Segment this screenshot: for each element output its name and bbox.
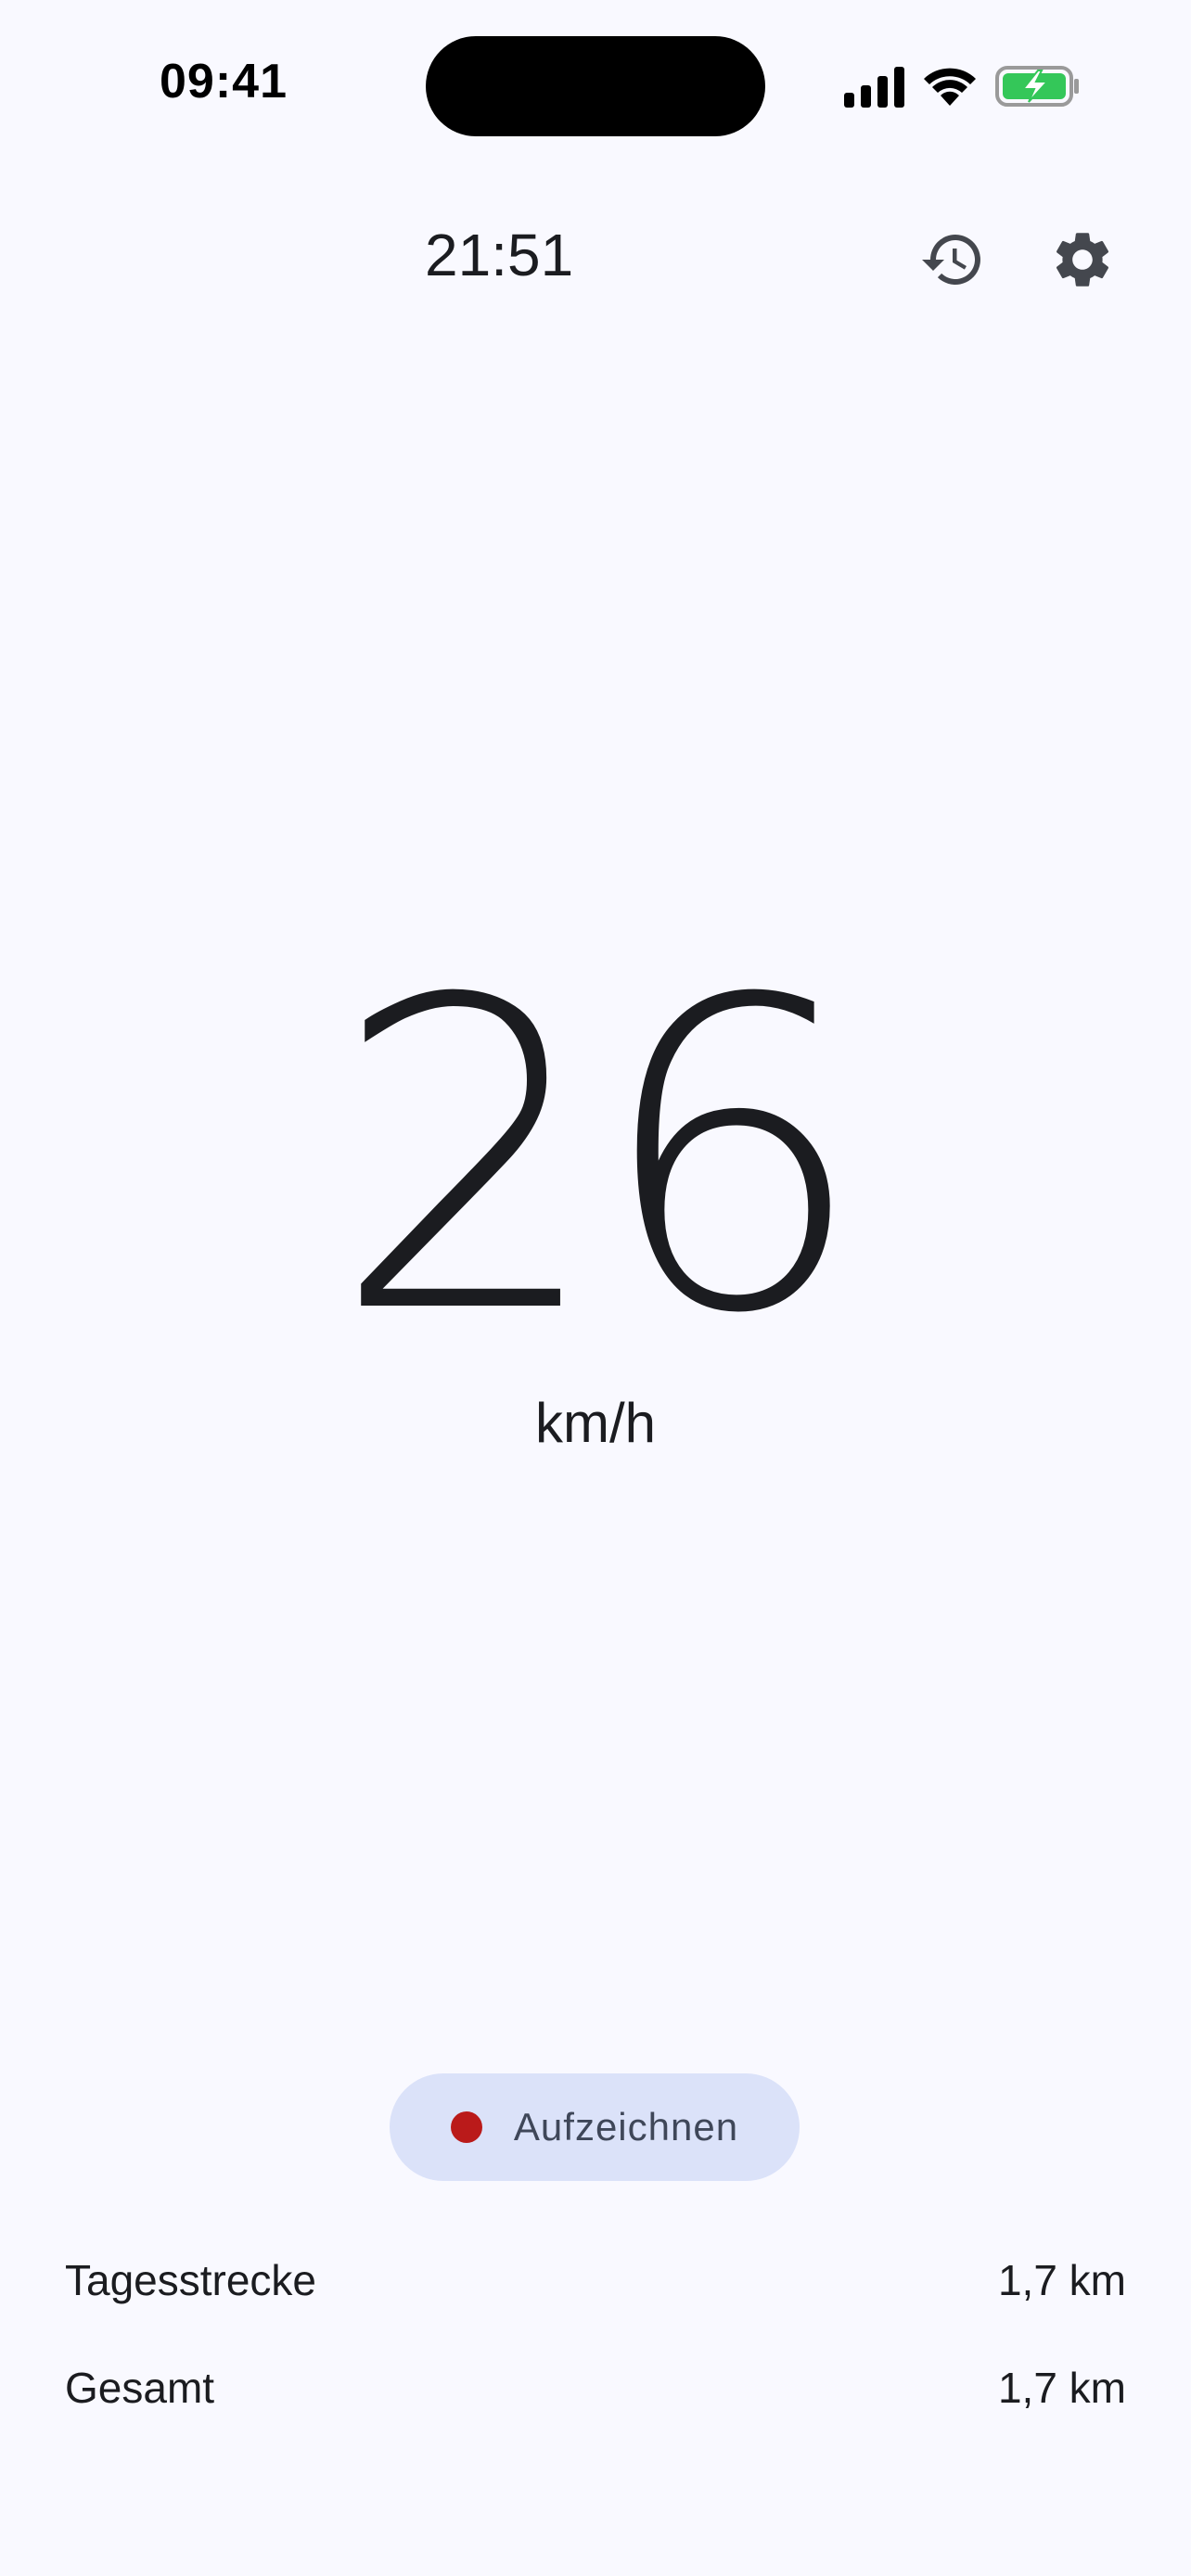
- current-time: 21:51: [425, 222, 574, 288]
- settings-button[interactable]: [1038, 215, 1127, 304]
- total-distance-row: Gesamt 1,7 km: [65, 2355, 1126, 2420]
- record-dot-icon: [450, 2111, 482, 2143]
- cellular-signal-icon: [844, 67, 904, 108]
- speed-unit: km/h: [534, 1392, 657, 1454]
- history-button[interactable]: [908, 215, 997, 304]
- record-button[interactable]: Aufzeichnen: [390, 2073, 800, 2181]
- total-distance-value: 1,7 km: [997, 2364, 1126, 2412]
- dynamic-island: [426, 36, 765, 136]
- wifi-icon: [924, 68, 976, 106]
- battery-charging-icon: [995, 66, 1079, 107]
- record-button-label: Aufzeichnen: [513, 2105, 739, 2149]
- status-bar: 09:41: [0, 0, 1191, 176]
- status-time: 09:41: [160, 55, 288, 108]
- top-app-bar: 21:51: [0, 204, 1191, 306]
- daily-distance-label: Tagesstrecke: [65, 2256, 317, 2304]
- speed-value: 26: [331, 911, 866, 1407]
- history-icon: [922, 235, 980, 285]
- total-distance-label: Gesamt: [65, 2364, 215, 2412]
- daily-distance-row: Tagesstrecke 1,7 km: [65, 2248, 1126, 2313]
- daily-distance-value: 1,7 km: [997, 2256, 1126, 2304]
- speedometer: 26 km/h: [0, 946, 1191, 1455]
- gear-icon: [1056, 233, 1109, 287]
